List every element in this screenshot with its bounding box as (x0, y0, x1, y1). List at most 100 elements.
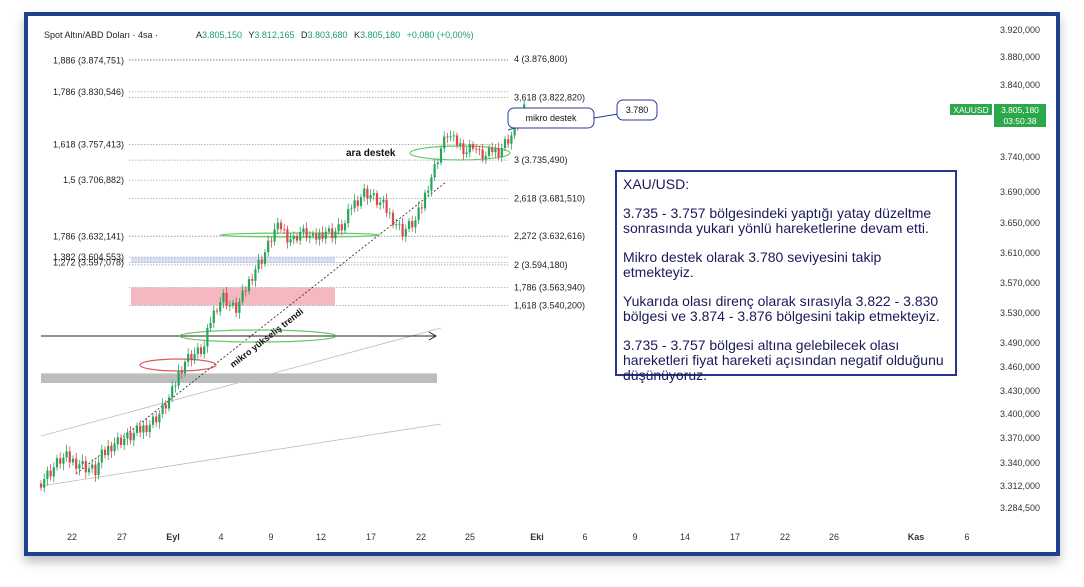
fib-band-blue (131, 257, 335, 263)
drawings-layer (40, 145, 511, 487)
candle-body (235, 302, 238, 313)
candle-body (247, 279, 251, 292)
y-tick-label: 3.610,000 (1000, 248, 1040, 258)
candle-body (215, 310, 219, 312)
candle-body (430, 177, 433, 191)
candle-body (49, 470, 52, 477)
candle-body (420, 207, 423, 209)
note-title: XAU/USD: (623, 176, 690, 192)
candle-body (497, 148, 500, 157)
candle-body (161, 404, 164, 414)
x-tick-label: 9 (268, 532, 273, 542)
candle-body (171, 386, 174, 398)
candle-body (407, 221, 411, 229)
candle-body (324, 231, 327, 239)
candle-body (39, 483, 43, 488)
candle-body (385, 199, 388, 214)
candle-body (510, 135, 513, 144)
candle-body (471, 144, 475, 149)
candle-body (465, 152, 468, 155)
note-paragraph-2: Mikro destek olarak 3.780 seviyesini tak… (623, 249, 882, 280)
x-tick-label: 26 (829, 532, 839, 542)
candle-body (257, 259, 260, 270)
candle-body (222, 292, 225, 303)
right-level-label-3: 2,618 (3.681,510) (514, 194, 585, 204)
candle-body (100, 449, 103, 463)
value-callout-text: 3.780 (626, 105, 649, 115)
analysis-note: XAU/USD: 3.735 - 3.757 bölgesindeki yapt… (615, 170, 957, 383)
candle-body (487, 147, 491, 156)
candle-body (206, 328, 209, 347)
candle-body (295, 235, 299, 241)
candle-body (363, 188, 366, 198)
candle-body (459, 143, 462, 146)
note-paragraph-3: Yukarıda olası direnç olarak sırasıyla 3… (623, 293, 940, 324)
candle-body (427, 190, 430, 193)
label-ara-destek: ara destek (346, 148, 396, 159)
candle-body (337, 224, 340, 232)
candle-body (174, 385, 177, 387)
candle-body (84, 461, 87, 473)
right-level-label-1: 3,618 (3.822,820) (514, 92, 585, 102)
left-level-label-0: 1,886 (3.874,751) (53, 56, 124, 66)
candle-body (347, 209, 350, 224)
candle-body (452, 135, 455, 137)
candle-body (475, 148, 478, 150)
symbol-title: Spot Altın/ABD Doları · 4sa · (44, 30, 158, 40)
candle-body (97, 462, 100, 476)
candle-body (263, 252, 267, 264)
y-tick-label: 3.490,000 (1000, 338, 1040, 348)
candle-body (439, 148, 443, 163)
micro-trend-line (75, 181, 447, 475)
candle-body (113, 444, 116, 452)
candle-body (148, 424, 151, 433)
candle-body (443, 136, 446, 149)
candle-body (228, 305, 231, 307)
candle-body (401, 223, 404, 237)
candle-body (190, 353, 193, 361)
right-level-label-4: 2,272 (3.632,616) (514, 231, 585, 241)
candle-body (145, 425, 148, 433)
y-tick-label: 3.460,000 (1000, 362, 1040, 372)
candle-body (305, 228, 308, 238)
candle-body (116, 437, 119, 445)
right-level-label-7: 1,618 (3.540,200) (514, 300, 585, 310)
candle-body (500, 148, 503, 157)
y-tick-label: 3.650,000 (1000, 218, 1040, 228)
candle-body (327, 228, 331, 232)
y-tick-label: 3.880,000 (1000, 52, 1040, 62)
candle-body (254, 269, 257, 281)
candle-body (231, 302, 235, 306)
callout-pointer (593, 113, 619, 119)
candle-body (417, 207, 420, 221)
candle-body (321, 232, 324, 239)
candle-body (199, 347, 203, 355)
candle-body (279, 222, 283, 230)
candle-body (446, 136, 449, 138)
candle-body (462, 143, 465, 155)
candle-body (75, 458, 78, 469)
price-tag-price: 3.805,180 (1001, 105, 1039, 115)
candle-body (110, 445, 113, 452)
candle-body (119, 437, 123, 445)
candle-body (414, 220, 417, 228)
candle-body (286, 229, 289, 243)
x-tick-label: 14 (680, 532, 690, 542)
candle-body (126, 432, 129, 439)
candle-body (55, 458, 59, 468)
candle-body (276, 222, 279, 230)
candle-body (334, 231, 337, 239)
left-level-label-4: 1,786 (3.632,141) (53, 231, 124, 241)
candle-body (244, 290, 247, 292)
candle-body (308, 235, 311, 238)
x-tick-label: 22 (416, 532, 426, 542)
candle-body (340, 224, 343, 231)
y-tick-label: 3.530,000 (1000, 308, 1040, 318)
note-paragraph-4: 3.735 - 3.757 bölgesi altına gelebilecek… (623, 337, 944, 383)
candle-body (391, 212, 395, 226)
candle-body (209, 322, 212, 328)
candle-body (251, 279, 254, 281)
candle-body (507, 139, 510, 144)
left-level-label-1: 1,786 (3.830,546) (53, 87, 124, 97)
price-tag: XAUUSD 3.805,180 03:50:38 (950, 104, 1046, 127)
